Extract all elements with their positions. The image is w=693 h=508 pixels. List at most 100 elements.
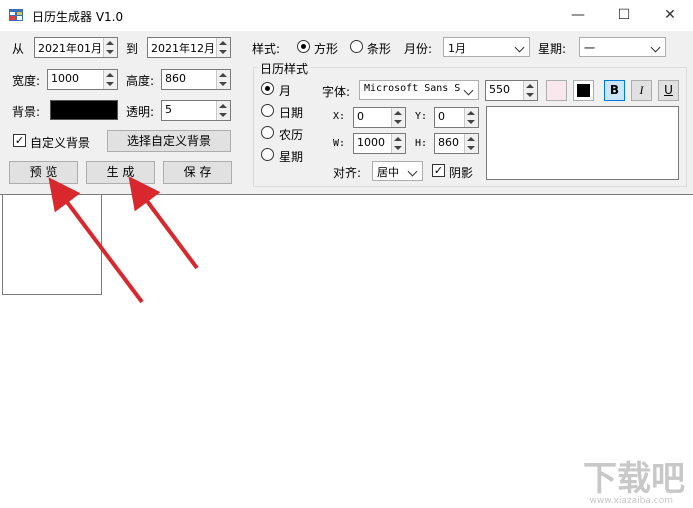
cal-style-week-radio[interactable] [261, 148, 274, 161]
watermark-url: www.xiazaiba.com [589, 496, 673, 506]
style-bar-label[interactable]: 条形 [367, 40, 391, 57]
x-input[interactable]: 0 [353, 107, 406, 128]
style-square-label[interactable]: 方形 [314, 40, 338, 57]
h-spinner[interactable] [464, 134, 478, 153]
background-color-swatch[interactable] [50, 100, 118, 120]
spin-down-icon [219, 50, 227, 54]
align-label: 对齐: [333, 166, 362, 180]
spin-down-icon [219, 82, 227, 86]
w-input[interactable]: 1000 [353, 133, 406, 154]
y-spinner[interactable] [464, 108, 478, 127]
opacity-spinner[interactable] [216, 101, 230, 120]
maximize-button[interactable]: ☐ [601, 0, 647, 31]
cal-style-week-label[interactable]: 星期 [279, 148, 303, 165]
spin-down-icon [467, 120, 475, 124]
width-input[interactable]: 1000 [47, 69, 118, 90]
x-label: X: [333, 111, 346, 122]
w-label: W: [333, 138, 346, 149]
w-spinner[interactable] [391, 134, 405, 153]
spin-down-icon [526, 93, 534, 97]
title-bar: 日历生成器 V1.0 — ☐ ✕ [0, 0, 693, 31]
save-button[interactable]: 保 存 [163, 161, 232, 184]
choose-background-button[interactable]: 选择自定义背景 [107, 130, 231, 152]
style-square-radio[interactable] [297, 40, 310, 53]
height-label: 高度: [126, 74, 155, 88]
spin-up-icon [106, 73, 114, 77]
month-select[interactable]: 1月 [443, 37, 530, 57]
font-back-color-swatch [577, 84, 590, 97]
spin-up-icon [219, 104, 227, 108]
to-label: 到 [126, 42, 139, 56]
opacity-input[interactable]: 5 [161, 100, 231, 121]
minimize-button[interactable]: — [555, 0, 601, 31]
x-spinner[interactable] [391, 108, 405, 127]
width-spinner[interactable] [103, 70, 117, 89]
font-size-spinner[interactable] [523, 81, 537, 100]
app-icon [9, 9, 23, 21]
week-label: 星期: [538, 42, 567, 56]
font-size-input[interactable]: 550 [485, 80, 538, 101]
custom-background-label[interactable]: 自定义背景 [30, 134, 90, 151]
font-family-select[interactable]: Microsoft Sans S [359, 80, 479, 100]
shadow-checkbox[interactable]: ✓ [432, 164, 445, 177]
cal-style-lunar-label[interactable]: 农历 [279, 126, 303, 143]
month-label: 月份: [404, 42, 433, 56]
spin-down-icon [106, 50, 114, 54]
underline-button[interactable]: U [658, 80, 679, 101]
font-label: 字体: [322, 85, 351, 99]
font-color-swatch[interactable] [546, 80, 567, 101]
spin-down-icon [467, 146, 475, 150]
y-label: Y: [415, 111, 428, 122]
cal-style-date-radio[interactable] [261, 104, 274, 117]
preview-thumbnail [2, 194, 102, 295]
custom-background-checkbox[interactable]: ✓ [13, 134, 26, 147]
spin-up-icon [467, 137, 475, 141]
h-label: H: [415, 138, 428, 149]
spin-up-icon [219, 73, 227, 77]
spin-up-icon [106, 41, 114, 45]
italic-button[interactable]: I [631, 80, 652, 101]
bold-button[interactable]: B [604, 80, 625, 101]
to-date-spinner[interactable] [216, 38, 230, 57]
chevron-down-icon [650, 42, 661, 53]
cal-style-month-radio[interactable] [261, 82, 274, 95]
height-spinner[interactable] [216, 70, 230, 89]
font-back-color-button[interactable] [573, 80, 594, 101]
h-input[interactable]: 860 [434, 133, 479, 154]
spin-up-icon [394, 137, 402, 141]
spin-up-icon [219, 41, 227, 45]
align-select[interactable]: 居中 [372, 161, 423, 181]
chevron-down-icon [463, 85, 474, 96]
spin-up-icon [526, 84, 534, 88]
to-date-input[interactable]: 2021年12月 [147, 37, 231, 58]
cal-style-date-label[interactable]: 日期 [279, 104, 303, 121]
chevron-down-icon [514, 42, 525, 53]
spin-down-icon [106, 82, 114, 86]
spin-down-icon [219, 113, 227, 117]
window-title: 日历生成器 V1.0 [32, 10, 124, 24]
close-button[interactable]: ✕ [647, 0, 693, 31]
preview-button[interactable]: 预 览 [9, 161, 78, 184]
cal-style-month-label[interactable]: 月 [279, 82, 291, 99]
calendar-style-title: 日历样式 [258, 60, 311, 77]
background-label: 背景: [12, 105, 41, 119]
y-input[interactable]: 0 [434, 107, 479, 128]
spin-up-icon [467, 111, 475, 115]
shadow-label[interactable]: 阴影 [449, 164, 473, 181]
from-date-input[interactable]: 2021年01月 [34, 37, 118, 58]
chevron-down-icon [407, 166, 418, 177]
from-label: 从 [12, 42, 25, 56]
width-label: 宽度: [12, 74, 41, 88]
height-input[interactable]: 860 [161, 69, 231, 90]
generate-button[interactable]: 生 成 [86, 161, 155, 184]
from-date-spinner[interactable] [103, 38, 117, 57]
spin-down-icon [394, 146, 402, 150]
style-bar-radio[interactable] [350, 40, 363, 53]
spin-down-icon [394, 120, 402, 124]
cal-style-lunar-radio[interactable] [261, 126, 274, 139]
style-label: 样式: [252, 42, 281, 56]
week-select[interactable]: 一 [579, 37, 666, 57]
text-content-area[interactable] [486, 106, 679, 180]
spin-up-icon [394, 111, 402, 115]
opacity-label: 透明: [126, 105, 155, 119]
